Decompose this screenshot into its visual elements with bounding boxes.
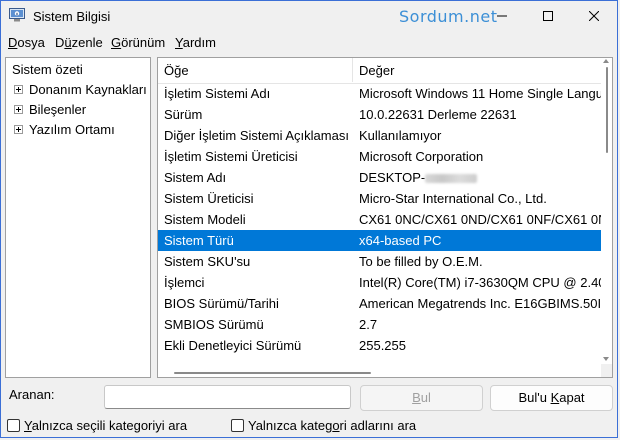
category-tree[interactable]: Sistem özeti Donanım Kaynakları Bileşenl… <box>5 57 151 378</box>
row-item-cell: Sürüm <box>164 107 203 122</box>
search-selected-category-checkbox[interactable] <box>7 419 20 432</box>
table-row[interactable]: İşletim Sistemi Üreticisi Microsoft Corpo… <box>158 146 601 167</box>
search-category-names-checkbox[interactable] <box>231 419 244 432</box>
row-item-cell: Sistem Adı <box>164 170 227 185</box>
row-value-cell: Micro-Star International Co., Ltd. <box>359 191 547 206</box>
row-item-cell: Sistem Üreticisi <box>164 191 254 206</box>
row-value-cell: American Megatrends Inc. E16GBIMS.50I, <box>359 296 601 311</box>
system-information-app-icon <box>9 8 25 22</box>
window-title: Sistem Bilgisi <box>33 9 111 24</box>
maximize-icon <box>543 11 553 21</box>
row-value-cell: Microsoft Corporation <box>359 149 484 164</box>
close-window-button[interactable] <box>571 1 617 31</box>
row-item-cell: SMBIOS Sürümü <box>164 317 264 332</box>
close-icon <box>589 11 599 21</box>
row-value-cell: Microsoft Windows 11 Home Single Languag… <box>359 86 601 101</box>
scrollbar-corner <box>601 364 612 377</box>
row-item-cell: İşletim Sistemi Üreticisi <box>164 149 298 164</box>
menu-help[interactable]: Yardım <box>175 35 216 50</box>
table-row[interactable]: Sistem Türü x64-based PC <box>158 230 601 251</box>
tree-item-software-environment[interactable]: Yazılım Ortamı <box>14 121 115 138</box>
search-category-names-option[interactable]: Yalnızca kategori adlarını ara <box>231 418 416 433</box>
column-header-item[interactable]: Öğe <box>164 63 189 78</box>
find-label: Aranan: <box>9 387 55 402</box>
scroll-down-icon[interactable] <box>603 357 609 361</box>
row-value-cell: Intel(R) Core(TM) i7-3630QM CPU @ 2.40GH… <box>359 275 601 290</box>
table-row[interactable]: SMBIOS Sürümü 2.7 <box>158 314 601 335</box>
menu-view[interactable]: Görünüm <box>111 35 165 50</box>
close-find-button[interactable]: Bul'u Kapat <box>490 385 613 411</box>
tree-item-label: Bileşenler <box>29 102 87 117</box>
tree-item-label: Yazılım Ortamı <box>29 122 115 137</box>
table-row[interactable]: Sistem Üreticisi Micro-Star International… <box>158 188 601 209</box>
table-row[interactable]: Diğer İşletim Sistemi Açıklaması Kullanıl… <box>158 125 601 146</box>
column-divider[interactable] <box>352 58 353 82</box>
row-item-cell: Diğer İşletim Sistemi Açıklaması <box>164 128 349 143</box>
vertical-scroll-thumb[interactable] <box>606 67 608 153</box>
scroll-up-icon[interactable] <box>603 59 609 63</box>
horizontal-scroll-thumb[interactable] <box>174 372 371 374</box>
menu-edit[interactable]: Düzenle <box>55 35 103 50</box>
column-header-value[interactable]: Değer <box>359 63 394 78</box>
expand-icon[interactable] <box>14 125 23 134</box>
row-item-cell: İşlemci <box>164 275 205 290</box>
row-value-cell: CX61 0NC/CX61 0ND/CX61 0NF/CX61 0NE <box>359 212 601 227</box>
menu-file[interactable]: Dosya <box>8 35 45 50</box>
row-value-cell: To be filled by O.E.M. <box>359 254 483 269</box>
search-category-names-label: Yalnızca kategori adlarını ara <box>248 418 417 433</box>
redacted-text <box>425 174 478 184</box>
row-item-cell: Ekli Denetleyici Sürümü <box>164 338 302 353</box>
tree-item-system-summary[interactable]: Sistem özeti <box>10 61 85 78</box>
row-value-cell: Kullanılamıyor <box>359 128 442 143</box>
tree-item-hardware-resources[interactable]: Donanım Kaynakları <box>14 81 147 98</box>
table-row[interactable]: Sistem Adı DESKTOP- <box>158 167 601 188</box>
search-selected-category-option[interactable]: Yalnızca seçili kategoriyi ara <box>7 418 187 433</box>
details-list[interactable]: Öğe Değer İşletim Sistemi Adı Microsoft W… <box>157 57 613 378</box>
row-item-cell: Sistem Modeli <box>164 212 246 227</box>
table-row[interactable]: BIOS Sürümü/Tarihi American Megatrends In… <box>158 293 601 314</box>
row-item-cell: BIOS Sürümü/Tarihi <box>164 296 279 311</box>
title-bar[interactable]: Sistem Bilgisi Sordum.net <box>1 1 617 31</box>
search-selected-category-label: Yalnızca seçili kategoriyi ara <box>24 418 188 433</box>
minimize-button[interactable] <box>479 1 525 31</box>
table-row[interactable]: İşlemci Intel(R) Core(TM) i7-3630QM CPU @… <box>158 272 601 293</box>
row-value-cell: 10.0.22631 Derleme 22631 <box>359 107 517 122</box>
table-row[interactable]: Sistem Modeli CX61 0NC/CX61 0ND/CX61 0NF/… <box>158 209 601 230</box>
row-value-cell: 255.255 <box>359 338 406 353</box>
row-item-cell: İşletim Sistemi Adı <box>164 86 271 101</box>
find-input[interactable] <box>104 385 351 409</box>
expand-icon[interactable] <box>14 105 23 114</box>
table-row[interactable]: Sürüm 10.0.22631 Derleme 22631 <box>158 104 601 125</box>
table-row[interactable]: Ekli Denetleyici Sürümü 255.255 <box>158 335 601 356</box>
row-value-cell: DESKTOP- <box>359 167 601 188</box>
list-rows: İşletim Sistemi Adı Microsoft Windows 11 … <box>158 83 601 356</box>
tree-item-label: Donanım Kaynakları <box>29 82 147 97</box>
table-row[interactable]: İşletim Sistemi Adı Microsoft Windows 11 … <box>158 83 601 104</box>
row-value-cell: x64-based PC <box>359 233 442 248</box>
maximize-button[interactable] <box>525 1 571 31</box>
menu-bar: Dosya Düzenle Görünüm Yardım <box>1 32 617 53</box>
minimize-icon <box>497 15 507 17</box>
horizontal-scrollbar[interactable] <box>158 364 601 377</box>
vertical-scrollbar[interactable] <box>601 58 612 364</box>
system-information-window: Sistem Bilgisi Sordum.net Dosya Düzenle … <box>0 0 618 438</box>
find-button[interactable]: Bul <box>360 385 483 411</box>
tree-item-components[interactable]: Bileşenler <box>14 101 86 118</box>
row-value-cell: 2.7 <box>359 317 378 332</box>
row-item-cell: Sistem Türü <box>164 233 234 248</box>
table-row[interactable]: Sistem SKU'su To be filled by O.E.M. <box>158 251 601 272</box>
list-header: Öğe Değer <box>158 58 601 84</box>
row-item-cell: Sistem SKU'su <box>164 254 251 269</box>
expand-icon[interactable] <box>14 85 23 94</box>
